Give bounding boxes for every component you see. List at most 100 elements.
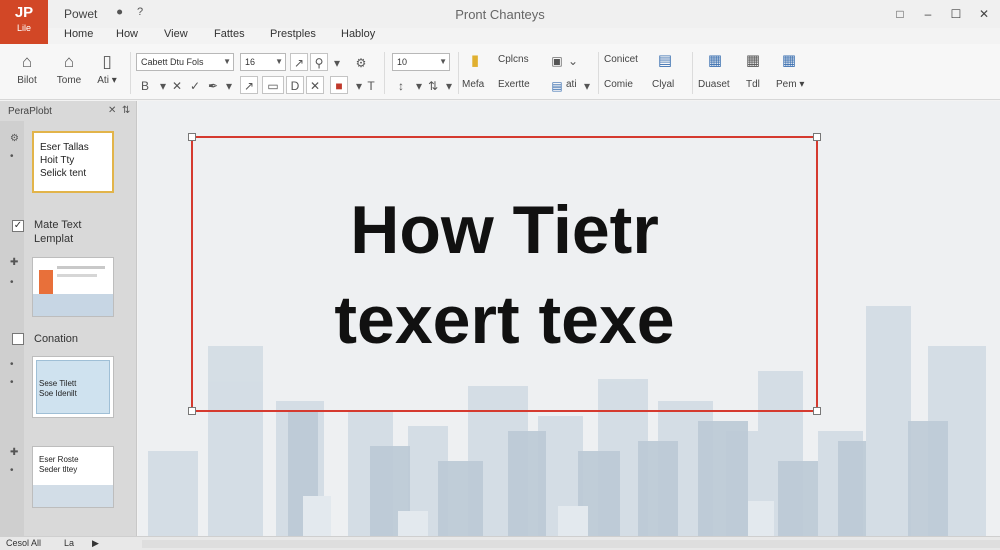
conicet-label[interactable]: Conicet	[604, 53, 638, 67]
font-size-select[interactable]: 16 ▼	[240, 53, 286, 71]
close-icon[interactable]: ✕	[108, 105, 116, 116]
ribbon-separator	[692, 52, 693, 94]
slide-thumbnail-2[interactable]	[32, 257, 114, 317]
ati-label-text: Ati	[97, 75, 109, 86]
ribbon-separator	[598, 52, 599, 94]
slide-thumbnail-4[interactable]: Eser Roste Seder tltey	[32, 446, 114, 508]
status-bar: Cesol All La ▶	[0, 536, 1000, 550]
mefa-label[interactable]: Mefa	[462, 78, 484, 92]
title-text-box[interactable]: How Tietr texert texe	[188, 133, 821, 415]
tab-view[interactable]: View	[164, 28, 188, 40]
slide-thumbnail-text: Eser Roste Seder tltey	[39, 455, 79, 474]
tab-habloy[interactable]: Habloy	[341, 28, 375, 40]
italic-icon[interactable]: D	[286, 76, 304, 94]
bold-icon[interactable]: B	[136, 76, 154, 94]
ati-label: Ati ▾	[97, 75, 117, 86]
ribbon-separator	[384, 52, 385, 94]
slide-thumbnail-1[interactable]: Eser Tallas Hoit Tty Selick tent	[32, 131, 114, 193]
tdl-label[interactable]: Tdl	[746, 78, 760, 92]
tome-button[interactable]: ⌂ Tome	[52, 50, 86, 96]
slide-thumbnail-3[interactable]: Sese Tilett Soe Idenilt	[32, 356, 114, 418]
file-menu-label: Lile	[16, 23, 31, 33]
exertte-label[interactable]: Exertte	[498, 78, 530, 92]
close-button[interactable]: ✕	[970, 4, 998, 24]
resize-handle-top-left[interactable]	[188, 133, 196, 141]
chevron-down-icon: ▼	[223, 57, 231, 66]
clyal-label[interactable]: Clyal	[652, 78, 674, 92]
chevron-right-icon[interactable]: ▶	[92, 538, 99, 549]
duaset-label[interactable]: Duaset	[698, 78, 730, 92]
make-text-checkbox[interactable]: ✓	[12, 220, 24, 232]
resize-handle-top-right[interactable]	[813, 133, 821, 141]
line-spacing-icon[interactable]: ↕	[392, 76, 410, 94]
document-icon[interactable]: ▤	[654, 50, 676, 72]
resize-handle-bottom-left[interactable]	[188, 407, 196, 415]
ati-button[interactable]: ▯ Ati ▾	[90, 50, 124, 96]
clear-format-icon[interactable]: ⚙	[352, 53, 370, 71]
app-name: Powet	[64, 7, 98, 21]
cplcns-label[interactable]: Cplcns	[498, 53, 529, 67]
ati2-label[interactable]: ati	[566, 78, 577, 92]
ribbon: ⌂ Bilot ⌂ Tome ▯ Ati ▾ Cabett Dtu Fols ▼ …	[0, 44, 1000, 100]
chevron-down-icon: ▼	[439, 57, 447, 66]
picture-icon[interactable]: ▤	[548, 76, 566, 94]
move-icon[interactable]: ✚	[10, 257, 18, 268]
pem-label[interactable]: Pem ▾	[776, 78, 804, 92]
status-left-text[interactable]: Cesol All	[6, 538, 41, 548]
dropdown-icon[interactable]: ▾	[578, 76, 596, 94]
tome-label: Tome	[56, 75, 82, 86]
cut-icon[interactable]: ✕	[306, 76, 324, 94]
dropdown-icon[interactable]: ▾	[328, 53, 346, 71]
conation-checkbox[interactable]	[12, 333, 24, 345]
text-direction-icon[interactable]: ↗	[240, 76, 258, 94]
dropdown-icon[interactable]: ▾	[440, 76, 458, 94]
title-bar: JP Lile Powet ⚫ ? Pront Chanteys □ – ☐ ✕	[0, 0, 1000, 44]
horizontal-scrollbar[interactable]	[142, 540, 1000, 548]
note-icon[interactable]: ▮	[464, 50, 486, 72]
tab-prestples[interactable]: Prestples	[270, 28, 316, 40]
slide-canvas[interactable]: How Tietr texert texe	[138, 101, 1000, 536]
dropdown-icon[interactable]: ▾	[220, 76, 238, 94]
slide-indicator-icon: •	[10, 359, 14, 370]
search-icon[interactable]: ⚲	[310, 53, 328, 71]
save-icon[interactable]: ⚫	[115, 6, 124, 19]
spacing-select[interactable]: 10 ▼	[392, 53, 450, 71]
underline-icon[interactable]: ✓	[186, 76, 204, 94]
bilot-button[interactable]: ⌂ Bilot	[10, 50, 44, 96]
document-title: Pront Chanteys	[455, 7, 545, 22]
status-page[interactable]: La	[64, 538, 74, 548]
fill-color-icon[interactable]: ■	[330, 76, 348, 94]
app-logo[interactable]: JP Lile	[0, 0, 48, 44]
maximize-button[interactable]: ☐	[942, 4, 970, 24]
shape-rectangle-icon[interactable]: ▭	[262, 76, 284, 94]
text-effect-icon[interactable]: T	[362, 76, 380, 94]
layout-icon[interactable]: ▦	[704, 50, 726, 72]
slide-thumbnail-text: Eser Tallas Hoit Tty Selick tent	[40, 142, 89, 179]
chevron-down-icon[interactable]: ⌄	[564, 51, 582, 69]
slide-thumbnail-text: Sese Tilett Soe Idenilt	[39, 379, 77, 398]
slide-indicator-icon: •	[10, 277, 14, 288]
tab-fattes[interactable]: Fattes	[214, 28, 245, 40]
app-logo-mark: JP	[14, 4, 34, 21]
slide-title-line-1[interactable]: How Tietr	[193, 190, 816, 270]
increase-font-icon[interactable]: ↗	[290, 53, 308, 71]
grid-icon[interactable]: ▦	[742, 50, 764, 72]
pin-icon[interactable]: ⇅	[122, 105, 130, 116]
tab-how[interactable]: How	[116, 28, 138, 40]
gear-icon[interactable]: ⚙	[10, 133, 19, 144]
slide-title-line-2[interactable]: texert texe	[193, 280, 816, 360]
tab-home[interactable]: Home	[64, 28, 93, 40]
thumbnail-skyline	[33, 485, 113, 507]
arrange-icon[interactable]: ▦	[778, 50, 800, 72]
thumbnail-skyline	[33, 294, 113, 316]
font-name-select[interactable]: Cabett Dtu Fols ▼	[136, 53, 234, 71]
help-icon[interactable]: ?	[137, 6, 143, 18]
clipboard-icon: ▯	[102, 52, 112, 71]
resize-handle-bottom-right[interactable]	[813, 407, 821, 415]
minimize-button[interactable]: –	[914, 4, 942, 24]
slide-indicator-icon: •	[10, 465, 14, 476]
comie-label[interactable]: Comie	[604, 78, 633, 92]
strikethrough-icon[interactable]: ✕	[168, 76, 186, 94]
move-icon[interactable]: ✚	[10, 447, 18, 458]
ribbon-display-icon[interactable]: □	[886, 4, 914, 24]
